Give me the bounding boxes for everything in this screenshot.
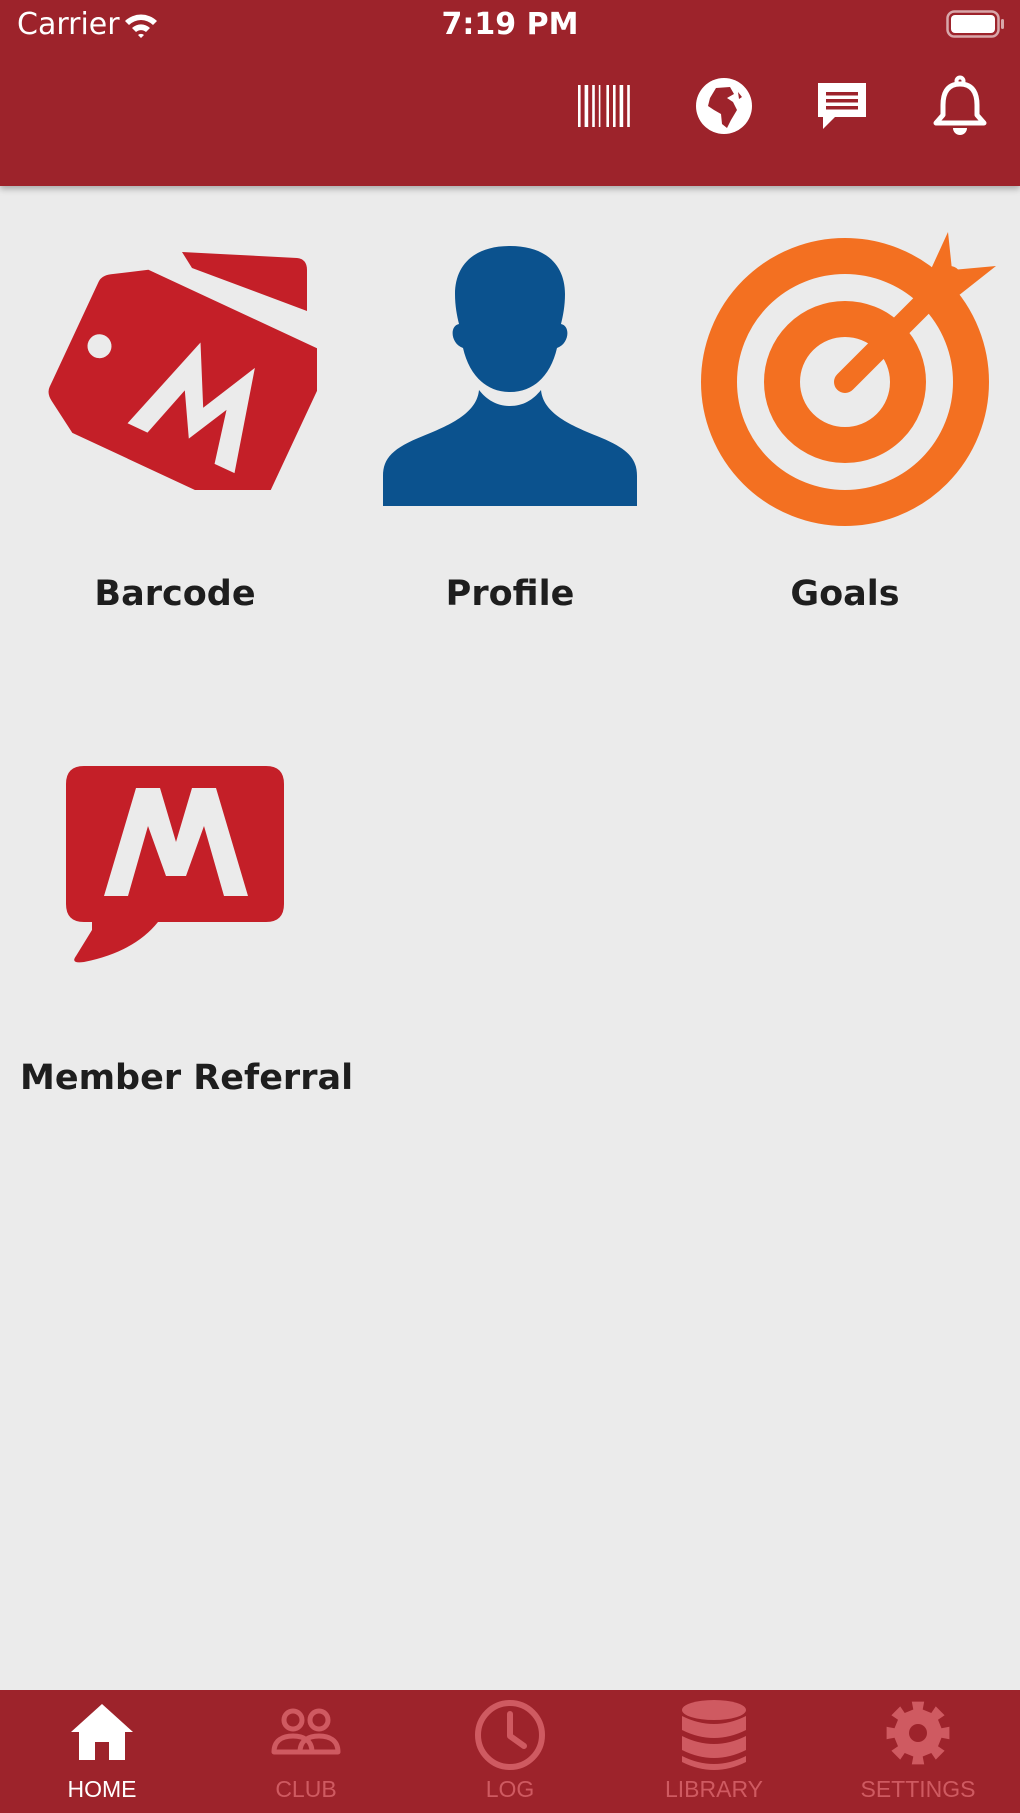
globe-button[interactable] (692, 76, 756, 140)
tab-log[interactable]: LOG (408, 1690, 612, 1813)
barcode-tile[interactable]: Barcode (20, 220, 331, 630)
group-icon (204, 1698, 408, 1764)
tab-home[interactable]: HOME (0, 1690, 204, 1813)
tab-label-home: HOME (67, 1776, 137, 1802)
tile-label-barcode: Barcode (94, 574, 256, 614)
tile-label-goals: Goals (790, 574, 900, 614)
status-bar: Carrier 7:19 PM (0, 0, 1020, 52)
database-icon (612, 1698, 816, 1774)
top-header: Carrier 7:19 PM (0, 0, 1020, 186)
globe-icon (694, 76, 754, 141)
chat-icon (815, 80, 869, 137)
tab-label-log: LOG (485, 1776, 535, 1802)
home-icon (0, 1698, 204, 1764)
member-referral-tile[interactable]: Member Referral (20, 740, 354, 1110)
battery-icon (946, 10, 1006, 45)
gear-icon (816, 1698, 1020, 1768)
tab-club[interactable]: CLUB (204, 1690, 408, 1813)
tab-settings[interactable]: SETTINGS (816, 1690, 1020, 1813)
barcode-button[interactable] (574, 76, 638, 140)
tag-m-icon (32, 250, 331, 517)
target-icon (700, 230, 1000, 535)
status-time: 7:19 PM (441, 7, 579, 42)
tab-library[interactable]: LIBRARY (612, 1690, 816, 1813)
chat-m-icon (62, 766, 292, 975)
tile-label-profile: Profile (445, 574, 575, 614)
bell-icon (932, 75, 988, 142)
barcode-icon (576, 83, 636, 134)
notifications-button[interactable] (928, 75, 992, 142)
goals-tile[interactable]: Goals (690, 220, 1000, 630)
clock-icon (408, 1698, 612, 1774)
tab-label-club: CLUB (275, 1776, 337, 1802)
bottom-tab-bar: HOME CLUB LOG LIBRARY SETTINGS (0, 1690, 1020, 1813)
tab-label-settings: SETTINGS (860, 1776, 976, 1802)
messages-button[interactable] (810, 76, 874, 140)
tile-label-member-referral: Member Referral (20, 1058, 354, 1098)
person-icon (383, 244, 637, 513)
profile-tile[interactable]: Profile (355, 220, 665, 630)
tab-label-library: LIBRARY (664, 1776, 763, 1802)
